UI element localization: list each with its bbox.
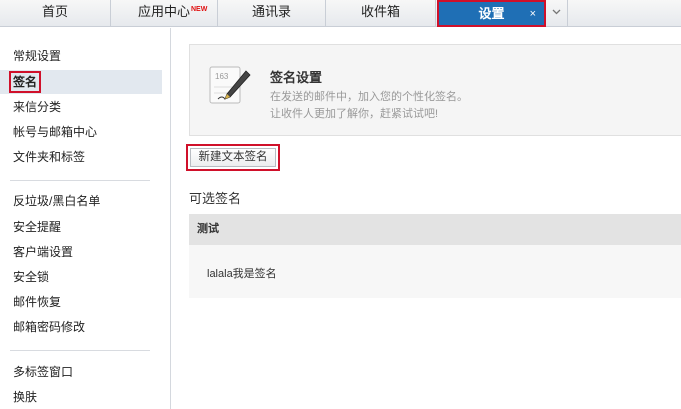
signature-info-box: 163 签名设置 在发送的邮件中，加入您的个性化签名。 让收件人更加了解你，赶紧… [189, 44, 681, 136]
sidebar-item-antispam[interactable]: 反垃圾/黑白名单 [0, 189, 162, 213]
sidebar-item-label: 反垃圾/黑白名单 [13, 194, 101, 208]
tab-label: 收件箱 [360, 4, 400, 19]
sidebar-item-general[interactable]: 常规设置 [0, 44, 162, 68]
sidebar-item-mail-recovery[interactable]: 邮件恢复 [0, 290, 162, 314]
sidebar-item-security-lock[interactable]: 安全锁 [0, 265, 162, 289]
tab-settings[interactable]: 设置 × [437, 0, 546, 27]
optional-signatures-heading: 可选签名 [189, 191, 242, 206]
sidebar-item-label: 签名 [9, 71, 42, 93]
svg-text:163: 163 [215, 72, 229, 81]
sidebar-item-signature[interactable]: 签名 [0, 70, 162, 94]
signature-content: lalala我是签名 [207, 268, 277, 280]
sidebar-item-label: 安全锁 [13, 270, 50, 284]
info-description: 让收件人更加了解你，赶紧试试吧! [270, 108, 439, 120]
sidebar-item-folders[interactable]: 文件夹和标签 [0, 145, 162, 169]
chevron-down-icon[interactable] [546, 0, 568, 27]
new-text-signature-button[interactable]: 新建文本签名 [186, 144, 280, 171]
sidebar-item-password[interactable]: 邮箱密码修改 [0, 315, 162, 339]
sidebar-item-mail-filter[interactable]: 来信分类 [0, 95, 162, 119]
top-tab-bar: 首页 应用中心 NEW 通讯录 收件箱 设置 × [0, 0, 681, 27]
tab-contacts[interactable]: 通讯录 [218, 0, 326, 27]
sidebar-item-label: 客户端设置 [13, 245, 74, 259]
button-label: 新建文本签名 [190, 148, 276, 167]
sidebar-divider [10, 350, 150, 351]
close-icon[interactable]: × [530, 2, 536, 26]
sidebar-item-label: 邮箱密码修改 [13, 320, 86, 334]
sidebar-item-label: 安全提醒 [13, 220, 62, 234]
sidebar-item-label: 文件夹和标签 [13, 150, 86, 164]
signature-pen-icon: 163 [208, 63, 252, 107]
signature-name: 测试 [189, 214, 681, 245]
new-badge: NEW [191, 6, 208, 13]
tab-label: 首页 [41, 4, 68, 19]
tab-label: 设置 [478, 6, 505, 21]
main-content: 163 签名设置 在发送的邮件中，加入您的个性化签名。 让收件人更加了解你，赶紧… [172, 28, 681, 409]
tab-label: 应用中心 [137, 4, 190, 19]
info-title: 签名设置 [270, 70, 323, 85]
sidebar-item-client-settings[interactable]: 客户端设置 [0, 240, 162, 264]
sidebar-divider [10, 180, 150, 181]
sidebar-item-label: 常规设置 [13, 49, 62, 63]
settings-sidebar: 常规设置 签名 来信分类 帐号与邮箱中心 文件夹和标签 反垃圾/黑白名单 安全提… [0, 28, 171, 409]
tab-home[interactable]: 首页 [0, 0, 111, 27]
sidebar-item-label: 多标签窗口 [13, 365, 74, 379]
tab-app-center[interactable]: 应用中心 NEW [111, 0, 218, 27]
sidebar-item-skin[interactable]: 换肤 [0, 385, 162, 409]
signature-card[interactable]: 测试 lalala我是签名 [189, 214, 681, 298]
tab-label: 通讯录 [251, 4, 291, 19]
info-description: 在发送的邮件中，加入您的个性化签名。 [270, 91, 468, 103]
sidebar-item-label: 帐号与邮箱中心 [13, 125, 98, 139]
tab-inbox[interactable]: 收件箱 [326, 0, 436, 27]
sidebar-item-label: 邮件恢复 [13, 295, 62, 309]
sidebar-item-security-alert[interactable]: 安全提醒 [0, 215, 162, 239]
sidebar-item-accounts[interactable]: 帐号与邮箱中心 [0, 120, 162, 144]
sidebar-item-label: 换肤 [13, 390, 38, 404]
sidebar-item-label: 来信分类 [13, 100, 62, 114]
sidebar-item-multi-tab[interactable]: 多标签窗口 [0, 360, 162, 384]
